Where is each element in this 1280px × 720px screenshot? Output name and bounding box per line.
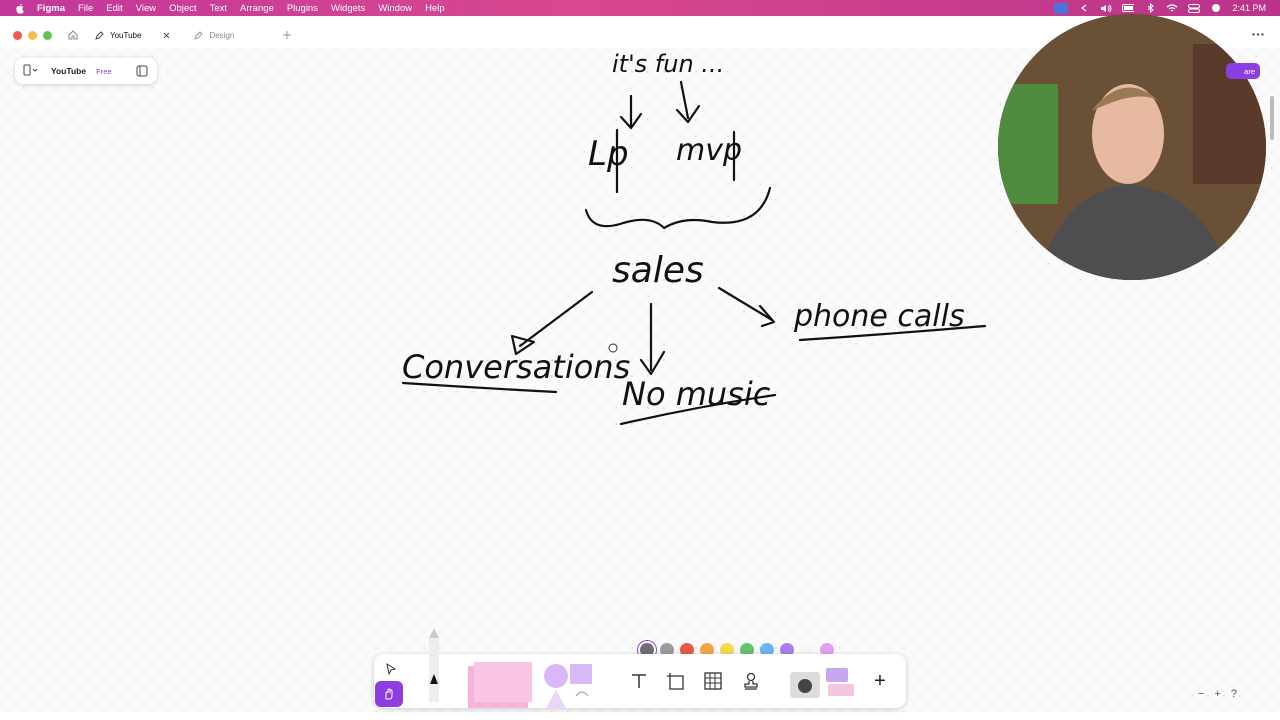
menu-object[interactable]: Object [169,3,196,14]
design-file-icon [193,30,203,40]
arrow-to-no-music [639,302,666,376]
close-window-button[interactable] [13,30,22,40]
hand-cursor-icon [608,343,618,353]
webcam-overlay [998,14,1266,280]
handwriting-mvp: mvp [676,133,742,168]
share-button[interactable]: are [1226,63,1260,79]
zoom-controls: − + ? [1198,688,1237,700]
menu-window[interactable]: Window [378,3,412,14]
arrow-to-phone-calls [717,286,776,328]
widgets-tool[interactable] [788,664,858,704]
marker-tool[interactable] [424,628,444,702]
menu-file[interactable]: File [78,3,93,14]
more-options-icon[interactable] [1250,28,1266,40]
file-name[interactable]: YouTube [51,66,86,76]
sticky-note-tool[interactable] [464,662,534,708]
handwriting-conversations: Conversations [402,348,630,386]
bottom-toolbar: + [374,628,906,708]
pen-icon [94,30,104,40]
webcam-image [998,14,1266,280]
plus-icon: + [874,669,886,692]
hand-tool[interactable] [375,681,403,707]
menu-plugins[interactable]: Plugins [287,3,318,14]
select-tool[interactable] [380,659,402,679]
arrow-to-lp [619,94,643,130]
tab-design[interactable]: Design [185,24,242,46]
text-tool[interactable] [626,668,652,694]
window-controls [13,30,52,40]
tab-label: Design [209,30,235,40]
menu-arrange[interactable]: Arrange [240,3,274,14]
menu-figma[interactable]: Figma [37,3,65,14]
maximize-window-button[interactable] [43,30,52,40]
volume-icon[interactable] [1100,3,1112,13]
siri-icon[interactable] [1210,3,1222,13]
wifi-icon[interactable] [1166,3,1178,13]
mac-menu-bar: Figma File Edit View Object Text Arrange… [0,0,1280,16]
plan-badge[interactable]: Free [96,67,111,76]
menu-help[interactable]: Help [425,3,445,14]
home-icon[interactable] [68,30,78,40]
add-more-button[interactable]: + [868,668,892,694]
zoom-out-button[interactable]: − [1198,688,1204,700]
section-tool[interactable] [662,668,688,694]
menu-widgets[interactable]: Widgets [331,3,365,14]
file-menu-pill[interactable]: YouTube Free [15,58,157,84]
control-center-icon[interactable] [1188,3,1201,13]
chevron-left-icon[interactable] [1078,3,1090,13]
apple-icon[interactable] [13,1,27,15]
help-button[interactable]: ? [1231,688,1237,700]
battery-icon[interactable] [1122,3,1135,13]
zoom-in-button[interactable]: + [1214,688,1220,700]
vertical-scrollbar[interactable] [1270,96,1274,140]
figjam-logo-icon[interactable] [23,64,38,78]
table-tool[interactable] [700,668,726,694]
tab-youtube[interactable]: YouTube [86,24,179,46]
curly-brace [584,186,772,230]
shape-tool[interactable] [542,662,598,708]
menu-text[interactable]: Text [210,3,227,14]
tab-label: YouTube [110,30,142,40]
pages-panel-icon[interactable] [135,64,149,78]
menu-view[interactable]: View [136,3,156,14]
stamp-tool[interactable] [738,668,764,694]
close-tab-icon[interactable] [161,30,171,40]
arrow-to-mvp [675,80,701,124]
new-tab-icon[interactable] [282,30,292,40]
minimize-window-button[interactable] [28,30,37,40]
status-area: 2:41 PM [1054,0,1266,16]
handwriting-lp: Lp [588,134,629,174]
handwriting-sales: sales [612,250,704,291]
menu-clock[interactable]: 2:41 PM [1232,3,1266,13]
arrow-to-conversations [510,290,594,356]
handwriting-top: it's fun ... [612,50,724,78]
bluetooth-icon[interactable] [1144,3,1156,13]
menu-edit[interactable]: Edit [106,3,122,14]
screen-share-icon[interactable] [1054,2,1069,14]
